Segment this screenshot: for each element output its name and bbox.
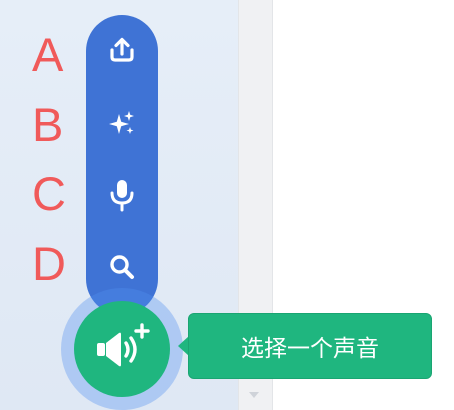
surprise-sound-button[interactable] <box>86 95 158 151</box>
speaker-add-icon <box>97 323 150 367</box>
upload-icon <box>110 37 134 62</box>
scroll-down-arrow-icon[interactable] <box>249 392 259 398</box>
record-sound-button[interactable] <box>86 167 158 223</box>
microphone-icon <box>110 180 134 212</box>
choose-sound-tooltip: 选择一个声音 <box>188 313 432 379</box>
search-icon <box>110 255 134 279</box>
upload-sound-button[interactable] <box>86 22 158 78</box>
label-d: D <box>32 237 66 290</box>
label-c: C <box>32 167 66 220</box>
label-a: A <box>32 28 64 81</box>
sparkle-icon <box>109 111 134 134</box>
choose-sound-button[interactable] <box>86 239 158 295</box>
add-sound-button[interactable] <box>74 301 170 397</box>
label-b: B <box>32 98 64 151</box>
